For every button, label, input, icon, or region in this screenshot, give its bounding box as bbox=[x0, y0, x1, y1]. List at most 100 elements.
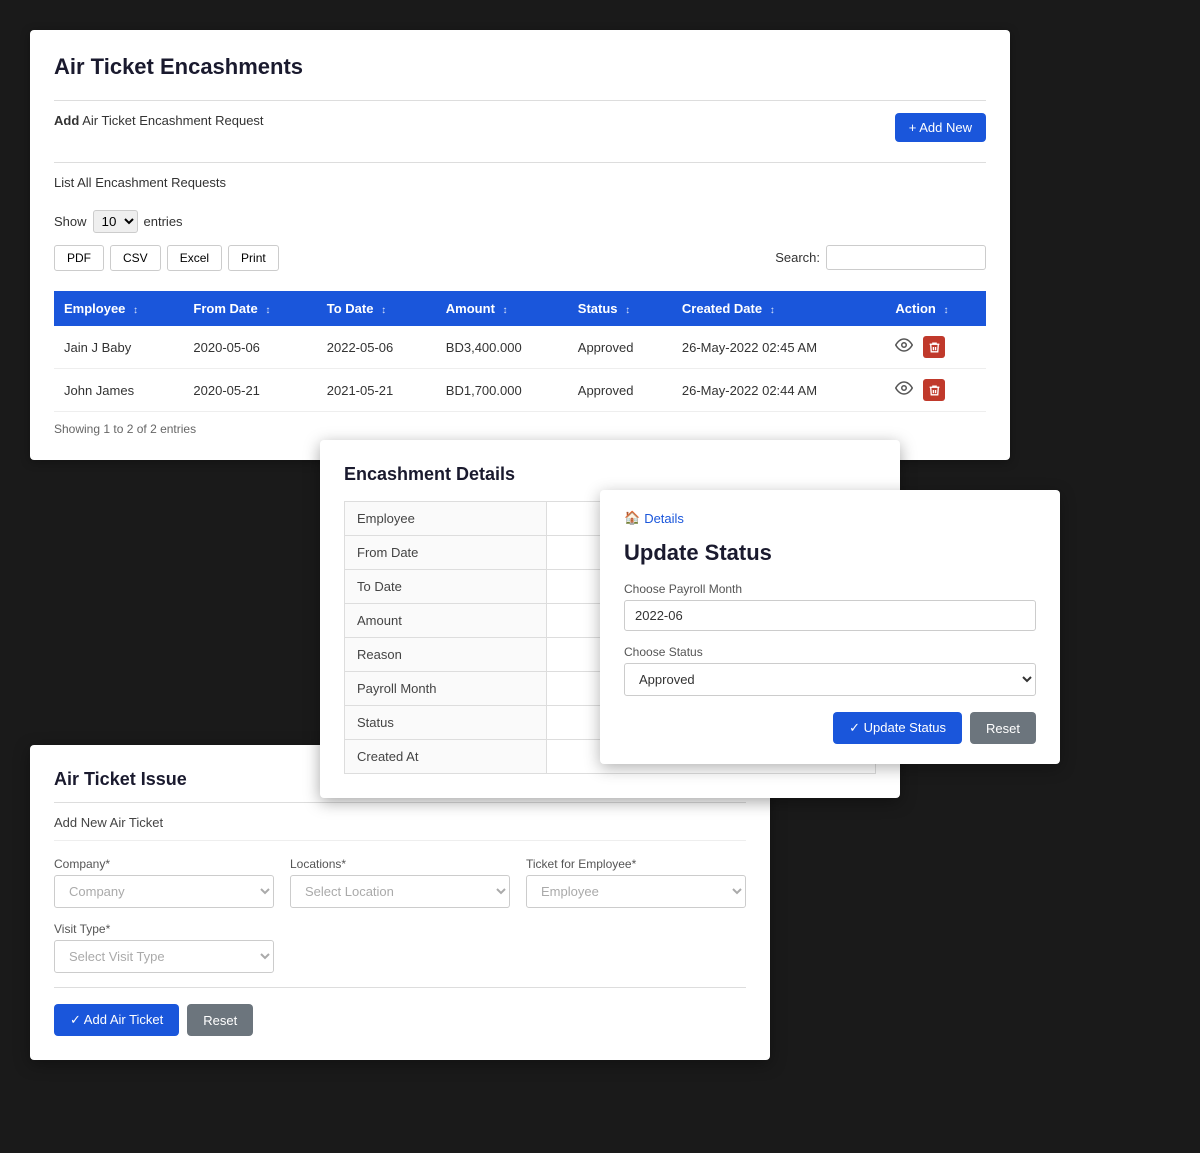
cell-created-date: 26-May-2022 02:45 AM bbox=[672, 326, 886, 369]
col-from-date[interactable]: From Date ↕ bbox=[183, 291, 316, 326]
cell-amount: BD3,400.000 bbox=[436, 326, 568, 369]
detail-label: Amount bbox=[345, 604, 547, 638]
sort-icon-created: ↕ bbox=[770, 305, 775, 316]
locations-label: Locations* bbox=[290, 857, 510, 871]
visit-type-col: Visit Type* Select Visit Type bbox=[54, 922, 274, 973]
view-icon[interactable] bbox=[895, 336, 917, 358]
search-input[interactable] bbox=[826, 245, 986, 270]
list-section-bar: List All Encashment Requests bbox=[54, 162, 986, 198]
details-title: Encashment Details bbox=[344, 464, 876, 485]
table-row: John James 2020-05-21 2021-05-21 BD1,700… bbox=[54, 369, 986, 412]
col-status[interactable]: Status ↕ bbox=[568, 291, 672, 326]
visit-type-select[interactable]: Select Visit Type bbox=[54, 940, 274, 973]
add-label: Add bbox=[54, 113, 79, 128]
sort-icon-employee: ↕ bbox=[133, 305, 138, 316]
status-group: Choose Status Approved Pending Rejected bbox=[624, 645, 1036, 696]
sort-icon-amount: ↕ bbox=[503, 305, 508, 316]
excel-button[interactable]: Excel bbox=[167, 245, 222, 271]
sort-icon-status: ↕ bbox=[625, 305, 630, 316]
print-button[interactable]: Print bbox=[228, 245, 279, 271]
export-btns: PDF CSV Excel Print bbox=[54, 245, 279, 271]
list-label: List All bbox=[54, 175, 92, 190]
show-label: Show bbox=[54, 214, 87, 229]
cell-amount: BD1,700.000 bbox=[436, 369, 568, 412]
cell-to-date: 2021-05-21 bbox=[317, 369, 436, 412]
add-section-bar: Add Air Ticket Encashment Request + Add … bbox=[54, 100, 986, 154]
detail-label: Payroll Month bbox=[345, 672, 547, 706]
detail-label: From Date bbox=[345, 536, 547, 570]
col-employee[interactable]: Employee ↕ bbox=[54, 291, 183, 326]
add-air-ticket-button[interactable]: ✓ Add Air Ticket bbox=[54, 1004, 179, 1036]
cell-action bbox=[885, 326, 986, 369]
payroll-label: Choose Payroll Month bbox=[624, 582, 1036, 596]
payroll-month-group: Choose Payroll Month bbox=[624, 582, 1036, 631]
add-new-subtitle: Air Ticket bbox=[110, 815, 163, 830]
update-status-button[interactable]: ✓ Update Status bbox=[833, 712, 962, 744]
breadcrumb-label: Details bbox=[644, 511, 684, 526]
company-col: Company* Company bbox=[54, 857, 274, 908]
cell-employee: Jain J Baby bbox=[54, 326, 183, 369]
search-label: Search: bbox=[775, 250, 820, 265]
locations-col: Locations* Select Location bbox=[290, 857, 510, 908]
visit-type-label: Visit Type* bbox=[54, 922, 274, 936]
delete-icon[interactable] bbox=[923, 336, 945, 358]
employee-label: Ticket for Employee* bbox=[526, 857, 746, 871]
payroll-input[interactable] bbox=[624, 600, 1036, 631]
page-title: Air Ticket Encashments bbox=[54, 54, 986, 80]
col-created-date[interactable]: Created Date ↕ bbox=[672, 291, 886, 326]
issue-reset-button[interactable]: Reset bbox=[187, 1004, 253, 1036]
detail-label: Employee bbox=[345, 502, 547, 536]
detail-label: Reason bbox=[345, 638, 547, 672]
encashments-table: Employee ↕ From Date ↕ To Date ↕ Amount … bbox=[54, 291, 986, 412]
update-btn-group: ✓ Update Status Reset bbox=[624, 712, 1036, 744]
update-title: Update Status bbox=[624, 540, 1036, 566]
cell-status: Approved bbox=[568, 369, 672, 412]
showing-text: Showing 1 to 2 of 2 entries bbox=[54, 422, 986, 436]
add-subtitle: Air Ticket Encashment Request bbox=[82, 113, 263, 128]
home-icon: 🏠 bbox=[624, 510, 640, 526]
main-card: Air Ticket Encashments Add Air Ticket En… bbox=[30, 30, 1010, 460]
cell-from-date: 2020-05-06 bbox=[183, 326, 316, 369]
cell-created-date: 26-May-2022 02:44 AM bbox=[672, 369, 886, 412]
cell-to-date: 2022-05-06 bbox=[317, 326, 436, 369]
issue-btn-group: ✓ Add Air Ticket Reset bbox=[54, 1004, 746, 1036]
table-row: Jain J Baby 2020-05-06 2022-05-06 BD3,40… bbox=[54, 326, 986, 369]
entries-label: entries bbox=[144, 214, 183, 229]
sort-icon-action: ↕ bbox=[943, 305, 948, 316]
issue-form-row-2: Visit Type* Select Visit Type bbox=[54, 922, 746, 973]
detail-label: Status bbox=[345, 706, 547, 740]
status-select[interactable]: Approved Pending Rejected bbox=[624, 663, 1036, 696]
issue-divider bbox=[54, 802, 746, 803]
cell-from-date: 2020-05-21 bbox=[183, 369, 316, 412]
issue-subtitle: Add New Air Ticket bbox=[54, 815, 746, 841]
entries-select[interactable]: 10 25 50 bbox=[93, 210, 138, 233]
sort-icon-to-date: ↕ bbox=[381, 305, 386, 316]
company-label: Company* bbox=[54, 857, 274, 871]
add-new-label: Add New bbox=[54, 815, 107, 830]
detail-label: Created At bbox=[345, 740, 547, 774]
cell-employee: John James bbox=[54, 369, 183, 412]
breadcrumb[interactable]: 🏠 Details bbox=[624, 510, 1036, 526]
add-new-button[interactable]: + Add New bbox=[895, 113, 986, 142]
col-to-date[interactable]: To Date ↕ bbox=[317, 291, 436, 326]
cell-status: Approved bbox=[568, 326, 672, 369]
show-entries-row: Show 10 25 50 entries bbox=[54, 210, 986, 233]
col-amount[interactable]: Amount ↕ bbox=[436, 291, 568, 326]
status-label: Choose Status bbox=[624, 645, 1036, 659]
company-select[interactable]: Company bbox=[54, 875, 274, 908]
update-reset-button[interactable]: Reset bbox=[970, 712, 1036, 744]
list-subtitle: Encashment Requests bbox=[95, 175, 226, 190]
csv-button[interactable]: CSV bbox=[110, 245, 161, 271]
pdf-button[interactable]: PDF bbox=[54, 245, 104, 271]
employee-select[interactable]: Employee bbox=[526, 875, 746, 908]
delete-icon[interactable] bbox=[923, 379, 945, 401]
locations-select[interactable]: Select Location bbox=[290, 875, 510, 908]
employee-col: Ticket for Employee* Employee bbox=[526, 857, 746, 908]
toolbar-row: PDF CSV Excel Print Search: bbox=[54, 245, 986, 283]
view-icon[interactable] bbox=[895, 379, 917, 401]
cell-action bbox=[885, 369, 986, 412]
update-status-card: 🏠 Details Update Status Choose Payroll M… bbox=[600, 490, 1060, 764]
sort-icon-from-date: ↕ bbox=[265, 305, 270, 316]
issue-form-row-1: Company* Company Locations* Select Locat… bbox=[54, 857, 746, 908]
issue-divider-2 bbox=[54, 987, 746, 988]
